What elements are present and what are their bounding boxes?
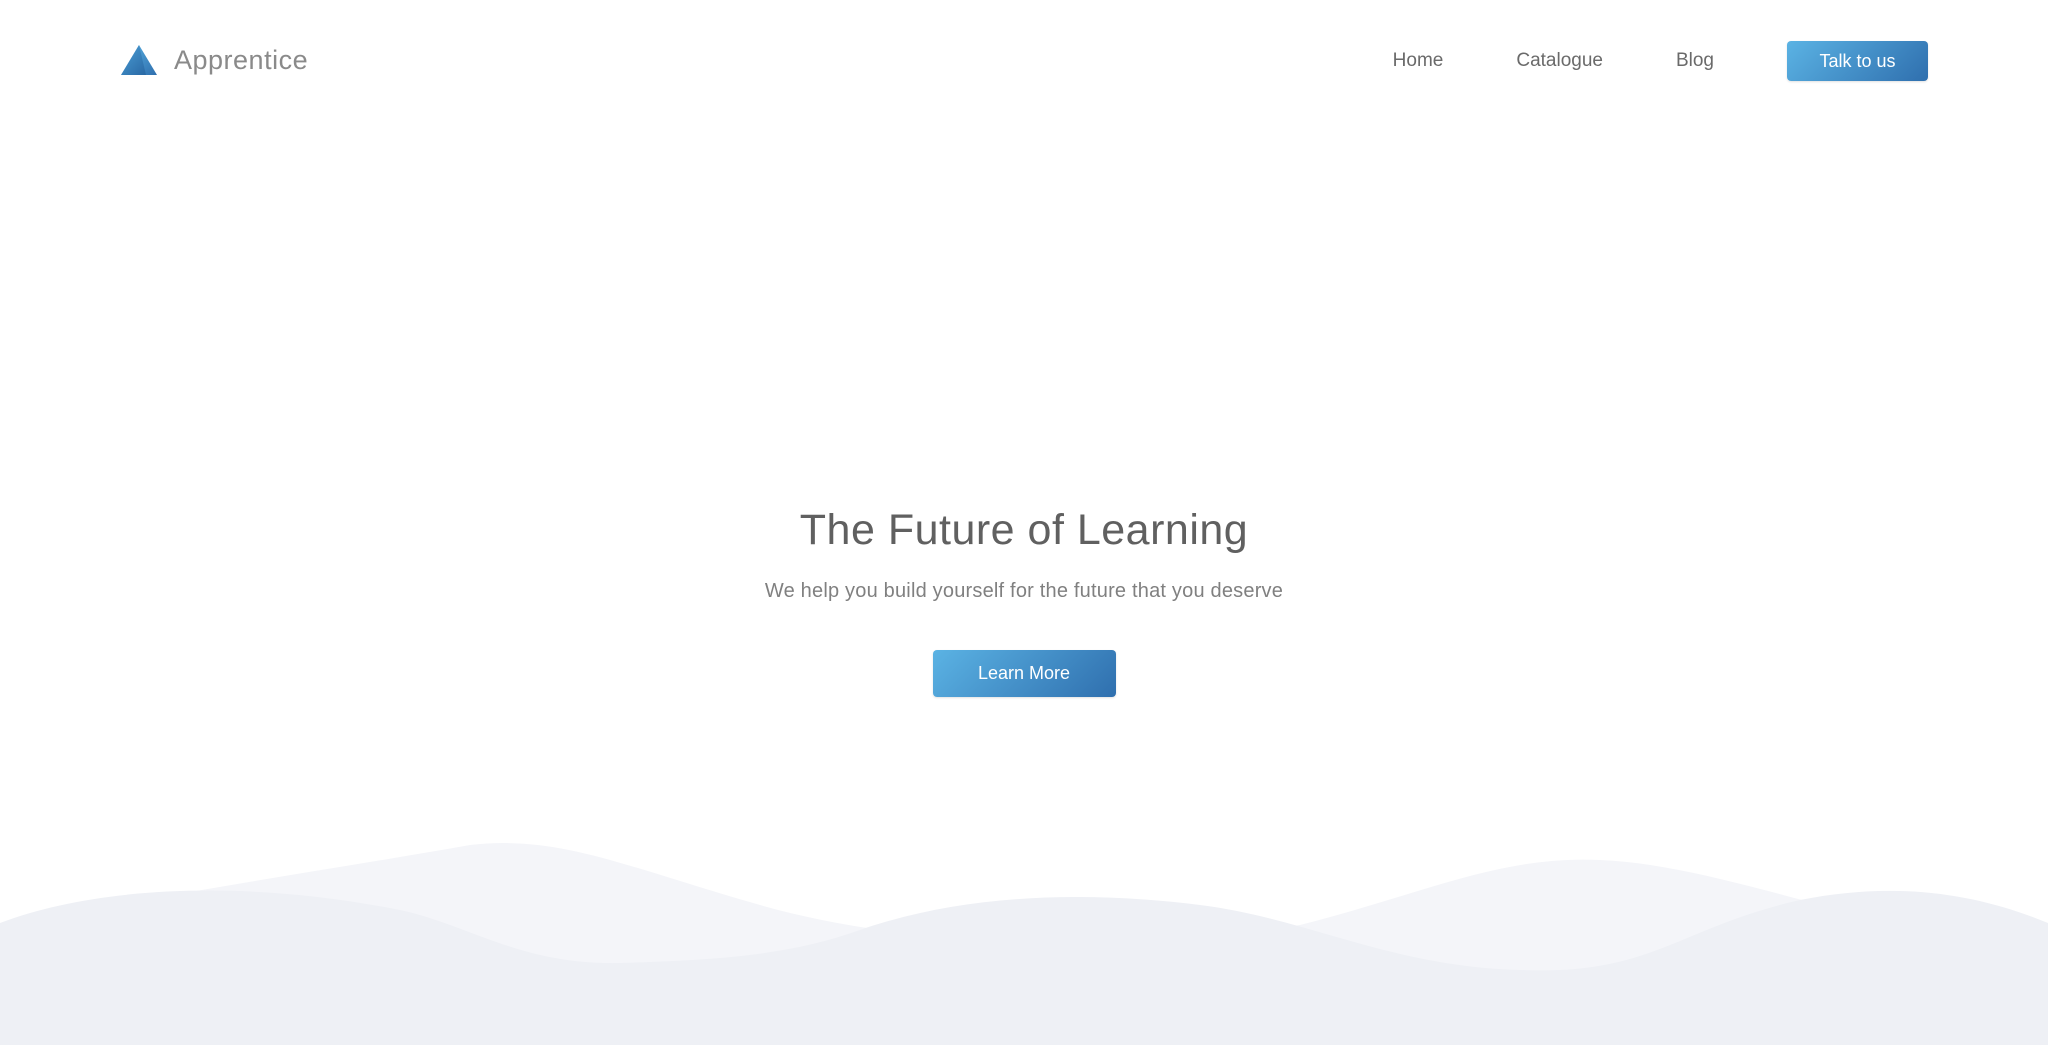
brand-link[interactable]: Apprentice [120, 42, 308, 78]
hero-section: The Future of Learning We help you build… [0, 490, 2048, 697]
nav-link-catalogue[interactable]: Catalogue [1516, 41, 1603, 81]
site-header: Apprentice Home Catalogue Blog Talk to u… [0, 0, 2048, 122]
landing-page: Apprentice Home Catalogue Blog Talk to u… [0, 0, 2048, 1045]
learn-more-button[interactable]: Learn More [932, 650, 1116, 697]
brand-name: Apprentice [174, 45, 309, 75]
talk-to-us-button[interactable]: Talk to us [1787, 41, 1928, 81]
triangle-logo-icon [121, 45, 157, 75]
main-nav: Home Catalogue Blog Talk to us [1393, 41, 1928, 81]
hero-title: The Future of Learning [799, 506, 1249, 554]
nav-link-home[interactable]: Home [1393, 41, 1444, 81]
wave-decoration [0, 843, 2048, 1045]
nav-link-blog[interactable]: Blog [1676, 41, 1714, 81]
hero-subtitle: We help you build yourself for the futur… [764, 580, 1284, 602]
